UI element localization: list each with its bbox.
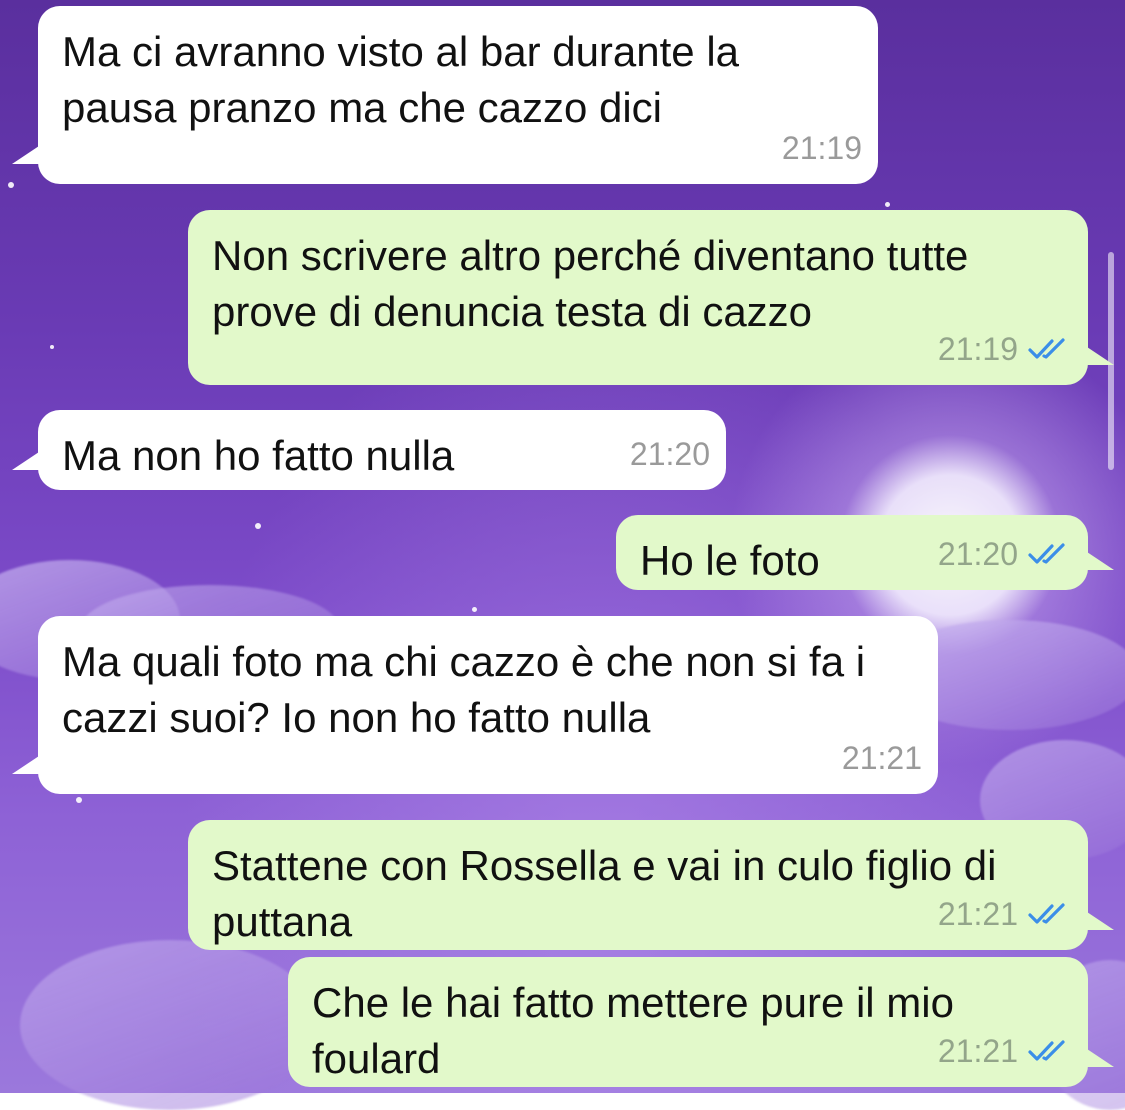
incoming-message-bubble[interactable]: Ma ci avranno visto al bar durante la pa…	[12, 6, 878, 184]
double-check-read-icon	[1028, 1040, 1065, 1061]
bubble-tail	[1084, 550, 1114, 570]
bubble-tail	[1084, 345, 1114, 365]
double-check-read-icon	[1028, 338, 1065, 359]
message-timestamp: 21:20	[937, 536, 1018, 572]
message-meta: 21:19	[938, 321, 1072, 377]
bubble-tail	[1084, 910, 1114, 930]
message-text: Ma quali foto ma chi cazzo è che non si …	[62, 638, 866, 741]
message-timestamp: 21:21	[937, 896, 1018, 932]
double-check-read-icon	[1028, 903, 1065, 924]
outgoing-message-bubble[interactable]: Ho le foto 21:20	[616, 515, 1114, 590]
incoming-message-bubble[interactable]: Ma quali foto ma chi cazzo è che non si …	[12, 616, 938, 794]
wallpaper-star	[255, 523, 261, 529]
message-meta: 21:19	[782, 120, 862, 176]
message-meta: 21:20	[630, 426, 710, 482]
bubble-tail	[12, 450, 42, 470]
bubble-tail	[12, 144, 42, 164]
message-timestamp: 21:21	[937, 1033, 1018, 1069]
outgoing-message-bubble[interactable]: Che le hai fatto mettere pure il mio fou…	[288, 957, 1114, 1087]
incoming-message-bubble[interactable]: Ma non ho fatto nulla 21:20	[12, 410, 726, 490]
message-meta: 21:20	[938, 526, 1072, 582]
bubble-tail	[1084, 1047, 1114, 1067]
outgoing-message-bubble[interactable]: Stattene con Rossella e vai in culo figl…	[188, 820, 1114, 950]
wallpaper-star	[50, 345, 54, 349]
message-text: Non scrivere altro perché diventano tutt…	[212, 232, 969, 335]
message-timestamp: 21:21	[841, 740, 922, 776]
message-timestamp: 21:19	[781, 130, 862, 166]
bubble-tail	[12, 754, 42, 774]
wallpaper-star	[76, 797, 82, 803]
message-meta: 21:21	[938, 886, 1072, 942]
message-text: Ma non ho fatto nulla	[62, 432, 455, 479]
wallpaper-star	[472, 607, 477, 612]
wallpaper-rock	[20, 940, 320, 1110]
double-check-read-icon	[1028, 543, 1065, 564]
message-meta: 21:21	[842, 730, 922, 786]
outgoing-message-bubble[interactable]: Non scrivere altro perché diventano tutt…	[188, 210, 1114, 385]
message-text: Ma ci avranno visto al bar durante la pa…	[62, 28, 740, 131]
wallpaper-star	[885, 202, 890, 207]
message-text: Stattene con Rossella e vai in culo figl…	[212, 842, 997, 945]
message-meta: 21:21	[938, 1023, 1072, 1079]
message-timestamp: 21:20	[629, 436, 710, 472]
wallpaper-star	[8, 182, 14, 188]
message-timestamp: 21:19	[937, 331, 1018, 367]
